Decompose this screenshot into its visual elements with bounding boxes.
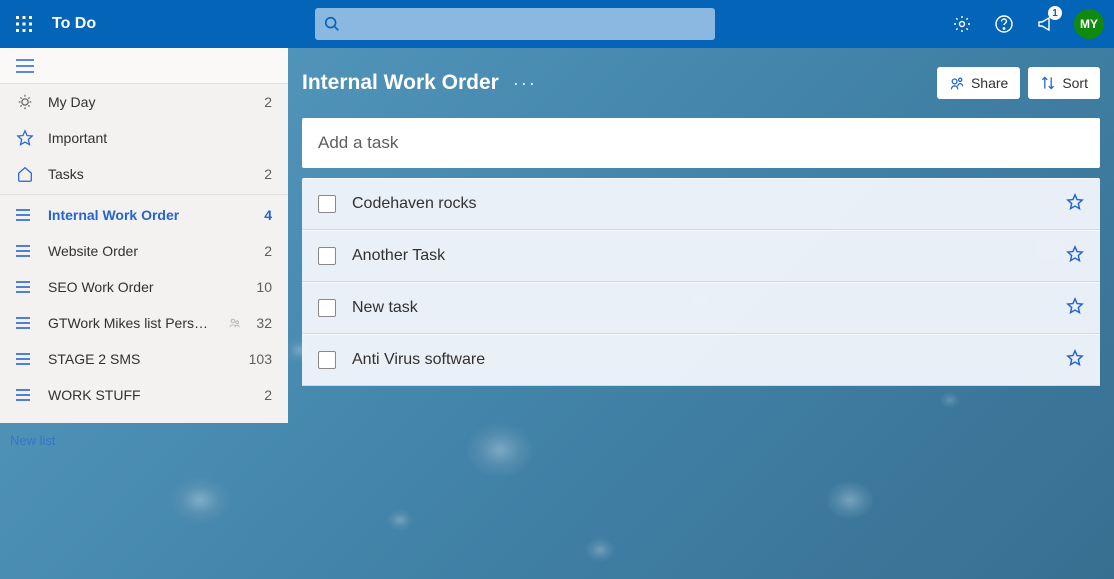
- sidebar-toggle[interactable]: [0, 48, 288, 84]
- sidebar-item-label: My Day: [48, 94, 250, 110]
- task-star-button[interactable]: [1066, 193, 1084, 216]
- user-avatar[interactable]: MY: [1074, 9, 1104, 39]
- task-title: Another Task: [352, 247, 1050, 265]
- star-outline-icon: [1066, 245, 1084, 263]
- task-star-button[interactable]: [1066, 349, 1084, 372]
- sort-button[interactable]: Sort: [1028, 67, 1100, 99]
- list-icon: [16, 388, 34, 402]
- share-button[interactable]: Share: [937, 67, 1020, 99]
- list-icon: [16, 280, 34, 294]
- sidebar-item-label: Tasks: [48, 166, 250, 182]
- task-checkbox[interactable]: [318, 351, 336, 369]
- sidebar-item-label: Website Order: [48, 243, 250, 259]
- task-list: Codehaven rocks Another Task New task An…: [302, 178, 1100, 386]
- task-title: Anti Virus software: [352, 351, 1050, 369]
- hamburger-icon: [16, 59, 34, 73]
- list-icon: [16, 316, 34, 330]
- sidebar-item-count: 2: [264, 243, 272, 259]
- task-title: Codehaven rocks: [352, 195, 1050, 213]
- sidebar-item-custom[interactable]: SEO Work Order 10: [0, 269, 288, 305]
- share-icon: [949, 75, 965, 91]
- new-list-button[interactable]: New list: [10, 433, 56, 448]
- sidebar-item-custom[interactable]: WORK STUFF 2: [0, 377, 288, 413]
- sidebar-item-label: GTWork Mikes list Personal: [48, 315, 214, 331]
- task-item[interactable]: Anti Virus software: [302, 334, 1100, 386]
- ellipsis-icon: ···: [513, 73, 537, 93]
- list-icon: [16, 244, 34, 258]
- list-header: Internal Work Order ··· Share: [302, 48, 1100, 118]
- list-options-button[interactable]: ···: [513, 73, 537, 94]
- app-launcher-button[interactable]: [0, 0, 48, 48]
- announce-button[interactable]: 1: [1026, 0, 1066, 48]
- sort-icon: [1040, 75, 1056, 91]
- sidebar-item-custom[interactable]: STAGE 2 SMS 103: [0, 341, 288, 377]
- sidebar-item-custom[interactable]: GTWork Mikes list Personal 32: [0, 305, 288, 341]
- sidebar-item-count: 4: [264, 207, 272, 223]
- waffle-icon: [16, 16, 32, 32]
- list-icon: [16, 352, 34, 366]
- settings-button[interactable]: [942, 0, 982, 48]
- gear-icon: [952, 14, 972, 34]
- star-outline-icon: [1066, 349, 1084, 367]
- list-icon: [16, 208, 34, 222]
- app-title: To Do: [52, 15, 96, 33]
- star-outline-icon: [1066, 297, 1084, 315]
- question-icon: [994, 14, 1014, 34]
- header-actions: 1 MY: [942, 0, 1114, 48]
- sidebar-divider: [0, 194, 288, 195]
- sidebar-item-custom[interactable]: Website Order 2: [0, 233, 288, 269]
- help-button[interactable]: [984, 0, 1024, 48]
- sidebar-item-count: 2: [264, 166, 272, 182]
- share-label: Share: [971, 75, 1008, 91]
- search-container: [315, 8, 715, 40]
- task-item[interactable]: Codehaven rocks: [302, 178, 1100, 230]
- sidebar-item-label: STAGE 2 SMS: [48, 351, 235, 367]
- task-checkbox[interactable]: [318, 247, 336, 265]
- search-icon: [323, 15, 341, 38]
- home-icon: [16, 165, 34, 183]
- sidebar-item-myday[interactable]: My Day 2: [0, 84, 288, 120]
- task-star-button[interactable]: [1066, 297, 1084, 320]
- sidebar-item-count: 10: [256, 279, 272, 295]
- sidebar-item-count: 103: [249, 351, 272, 367]
- notification-badge: 1: [1048, 6, 1062, 20]
- sidebar-item-label: Internal Work Order: [48, 207, 250, 223]
- sidebar-item-important[interactable]: Important: [0, 120, 288, 156]
- star-icon: [16, 129, 34, 147]
- app-header: To Do 1 MY: [0, 0, 1114, 48]
- task-checkbox[interactable]: [318, 299, 336, 317]
- sidebar-item-tasks[interactable]: Tasks 2: [0, 156, 288, 192]
- shared-icon: [228, 316, 242, 330]
- task-item[interactable]: Another Task: [302, 230, 1100, 282]
- sidebar-item-count: 2: [264, 94, 272, 110]
- add-task-input[interactable]: [318, 133, 1084, 153]
- sidebar: My Day 2 Important Tasks 2: [0, 48, 288, 423]
- add-task-row[interactable]: [302, 118, 1100, 168]
- task-title: New task: [352, 299, 1050, 317]
- sidebar-item-custom[interactable]: Internal Work Order 4: [0, 197, 288, 233]
- sidebar-item-count: 32: [256, 315, 272, 331]
- sidebar-item-label: Important: [48, 130, 258, 146]
- sidebar-item-label: WORK STUFF: [48, 387, 250, 403]
- sidebar-item-label: SEO Work Order: [48, 279, 242, 295]
- sort-label: Sort: [1062, 75, 1088, 91]
- search-input[interactable]: [315, 8, 715, 40]
- main-content: Internal Work Order ··· Share: [288, 48, 1114, 579]
- sidebar-item-count: 2: [264, 387, 272, 403]
- task-checkbox[interactable]: [318, 195, 336, 213]
- list-title: Internal Work Order: [302, 71, 499, 95]
- sun-icon: [16, 93, 34, 111]
- task-item[interactable]: New task: [302, 282, 1100, 334]
- task-star-button[interactable]: [1066, 245, 1084, 268]
- star-outline-icon: [1066, 193, 1084, 211]
